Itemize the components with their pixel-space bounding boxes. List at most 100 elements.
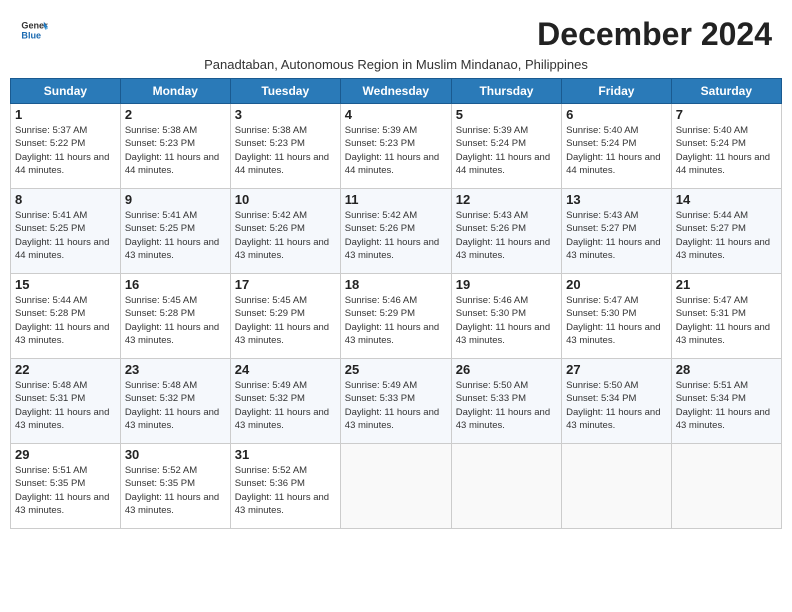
day-number: 12 (456, 192, 557, 207)
day-info: Sunrise: 5:39 AMSunset: 5:23 PMDaylight:… (345, 124, 447, 177)
day-number: 27 (566, 362, 667, 377)
calendar-cell: 30Sunrise: 5:52 AMSunset: 5:35 PMDayligh… (120, 444, 230, 529)
day-info: Sunrise: 5:43 AMSunset: 5:27 PMDaylight:… (566, 209, 667, 262)
calendar-cell: 12 Sunrise: 5:43 AMSunset: 5:26 PMDayligh… (451, 189, 561, 274)
day-number: 13 (566, 192, 667, 207)
day-info: Sunrise: 5:44 AMSunset: 5:28 PMDaylight:… (15, 294, 116, 347)
calendar-cell: 26Sunrise: 5:50 AMSunset: 5:33 PMDayligh… (451, 359, 561, 444)
day-number: 21 (676, 277, 777, 292)
calendar-cell: 22 Sunrise: 5:48 AMSunset: 5:31 PMDayligh… (11, 359, 121, 444)
day-number: 2 (125, 107, 226, 122)
day-number: 9 (125, 192, 226, 207)
calendar-cell: 21 Sunrise: 5:47 AMSunset: 5:31 PMDayligh… (671, 274, 781, 359)
calendar-cell: 20Sunrise: 5:47 AMSunset: 5:30 PMDayligh… (562, 274, 672, 359)
calendar-cell: 4 Sunrise: 5:39 AMSunset: 5:23 PMDaylight… (340, 104, 451, 189)
day-number: 3 (235, 107, 336, 122)
calendar-cell: 8 Sunrise: 5:41 AMSunset: 5:25 PMDaylight… (11, 189, 121, 274)
day-number: 14 (676, 192, 777, 207)
calendar-cell (340, 444, 451, 529)
day-number: 8 (15, 192, 116, 207)
day-number: 19 (456, 277, 557, 292)
day-number: 6 (566, 107, 667, 122)
calendar-cell: 7 Sunrise: 5:40 AMSunset: 5:24 PMDaylight… (671, 104, 781, 189)
day-info: Sunrise: 5:49 AMSunset: 5:32 PMDaylight:… (235, 379, 336, 432)
day-info: Sunrise: 5:37 AMSunset: 5:22 PMDaylight:… (15, 124, 116, 177)
day-number: 5 (456, 107, 557, 122)
calendar-cell: 10Sunrise: 5:42 AMSunset: 5:26 PMDayligh… (230, 189, 340, 274)
day-info: Sunrise: 5:51 AMSunset: 5:35 PMDaylight:… (15, 464, 116, 517)
day-number: 7 (676, 107, 777, 122)
day-info: Sunrise: 5:45 AMSunset: 5:29 PMDaylight:… (235, 294, 336, 347)
day-info: Sunrise: 5:40 AMSunset: 5:24 PMDaylight:… (676, 124, 777, 177)
weekday-header-sunday: Sunday (11, 79, 121, 104)
day-number: 28 (676, 362, 777, 377)
calendar-table: SundayMondayTuesdayWednesdayThursdayFrid… (10, 78, 782, 529)
calendar-cell: 5 Sunrise: 5:39 AMSunset: 5:24 PMDaylight… (451, 104, 561, 189)
calendar-cell: 13 Sunrise: 5:43 AMSunset: 5:27 PMDayligh… (562, 189, 672, 274)
calendar-cell: 18 Sunrise: 5:46 AMSunset: 5:29 PMDayligh… (340, 274, 451, 359)
weekday-header-saturday: Saturday (671, 79, 781, 104)
calendar-cell: 1 Sunrise: 5:37 AMSunset: 5:22 PMDaylight… (11, 104, 121, 189)
calendar-cell: 24Sunrise: 5:49 AMSunset: 5:32 PMDayligh… (230, 359, 340, 444)
day-info: Sunrise: 5:51 AMSunset: 5:34 PMDaylight:… (676, 379, 777, 432)
calendar-cell: 27 Sunrise: 5:50 AMSunset: 5:34 PMDayligh… (562, 359, 672, 444)
calendar-week-2: 8 Sunrise: 5:41 AMSunset: 5:25 PMDaylight… (11, 189, 782, 274)
weekday-header-thursday: Thursday (451, 79, 561, 104)
day-number: 17 (235, 277, 336, 292)
weekday-header-tuesday: Tuesday (230, 79, 340, 104)
day-info: Sunrise: 5:43 AMSunset: 5:26 PMDaylight:… (456, 209, 557, 262)
day-number: 30 (125, 447, 226, 462)
calendar-cell: 14 Sunrise: 5:44 AMSunset: 5:27 PMDayligh… (671, 189, 781, 274)
day-info: Sunrise: 5:45 AMSunset: 5:28 PMDaylight:… (125, 294, 226, 347)
day-number: 26 (456, 362, 557, 377)
calendar-cell: 29Sunrise: 5:51 AMSunset: 5:35 PMDayligh… (11, 444, 121, 529)
calendar-week-3: 15Sunrise: 5:44 AMSunset: 5:28 PMDayligh… (11, 274, 782, 359)
day-number: 22 (15, 362, 116, 377)
day-info: Sunrise: 5:47 AMSunset: 5:31 PMDaylight:… (676, 294, 777, 347)
weekday-header-monday: Monday (120, 79, 230, 104)
day-info: Sunrise: 5:38 AMSunset: 5:23 PMDaylight:… (125, 124, 226, 177)
day-number: 4 (345, 107, 447, 122)
calendar-cell: 19 Sunrise: 5:46 AMSunset: 5:30 PMDayligh… (451, 274, 561, 359)
day-info: Sunrise: 5:50 AMSunset: 5:34 PMDaylight:… (566, 379, 667, 432)
calendar-cell: 16 Sunrise: 5:45 AMSunset: 5:28 PMDayligh… (120, 274, 230, 359)
day-info: Sunrise: 5:38 AMSunset: 5:23 PMDaylight:… (235, 124, 336, 177)
calendar-cell (562, 444, 672, 529)
calendar-cell: 28 Sunrise: 5:51 AMSunset: 5:34 PMDayligh… (671, 359, 781, 444)
calendar-cell: 2 Sunrise: 5:38 AMSunset: 5:23 PMDaylight… (120, 104, 230, 189)
day-number: 11 (345, 192, 447, 207)
calendar-cell (671, 444, 781, 529)
calendar-week-5: 29Sunrise: 5:51 AMSunset: 5:35 PMDayligh… (11, 444, 782, 529)
logo: General Blue (20, 16, 48, 44)
day-info: Sunrise: 5:49 AMSunset: 5:33 PMDaylight:… (345, 379, 447, 432)
day-info: Sunrise: 5:46 AMSunset: 5:29 PMDaylight:… (345, 294, 447, 347)
calendar-cell: 31Sunrise: 5:52 AMSunset: 5:36 PMDayligh… (230, 444, 340, 529)
calendar-cell: 23Sunrise: 5:48 AMSunset: 5:32 PMDayligh… (120, 359, 230, 444)
day-number: 18 (345, 277, 447, 292)
day-info: Sunrise: 5:48 AMSunset: 5:31 PMDaylight:… (15, 379, 116, 432)
day-info: Sunrise: 5:52 AMSunset: 5:36 PMDaylight:… (235, 464, 336, 517)
day-info: Sunrise: 5:46 AMSunset: 5:30 PMDaylight:… (456, 294, 557, 347)
day-number: 23 (125, 362, 226, 377)
svg-text:Blue: Blue (21, 30, 41, 40)
day-info: Sunrise: 5:41 AMSunset: 5:25 PMDaylight:… (125, 209, 226, 262)
calendar-cell: 6 Sunrise: 5:40 AMSunset: 5:24 PMDaylight… (562, 104, 672, 189)
month-title: December 2024 (537, 16, 772, 53)
calendar-cell: 11 Sunrise: 5:42 AMSunset: 5:26 PMDayligh… (340, 189, 451, 274)
page-header: General Blue December 2024 (10, 10, 782, 53)
calendar-cell (451, 444, 561, 529)
calendar-cell: 17 Sunrise: 5:45 AMSunset: 5:29 PMDayligh… (230, 274, 340, 359)
day-info: Sunrise: 5:47 AMSunset: 5:30 PMDaylight:… (566, 294, 667, 347)
day-info: Sunrise: 5:39 AMSunset: 5:24 PMDaylight:… (456, 124, 557, 177)
page-subtitle: Panadtaban, Autonomous Region in Muslim … (10, 57, 782, 72)
day-info: Sunrise: 5:42 AMSunset: 5:26 PMDaylight:… (345, 209, 447, 262)
day-number: 16 (125, 277, 226, 292)
day-info: Sunrise: 5:44 AMSunset: 5:27 PMDaylight:… (676, 209, 777, 262)
calendar-cell: 15Sunrise: 5:44 AMSunset: 5:28 PMDayligh… (11, 274, 121, 359)
day-info: Sunrise: 5:40 AMSunset: 5:24 PMDaylight:… (566, 124, 667, 177)
day-info: Sunrise: 5:41 AMSunset: 5:25 PMDaylight:… (15, 209, 116, 262)
calendar-week-1: 1 Sunrise: 5:37 AMSunset: 5:22 PMDaylight… (11, 104, 782, 189)
day-number: 1 (15, 107, 116, 122)
weekday-header-wednesday: Wednesday (340, 79, 451, 104)
calendar-cell: 9 Sunrise: 5:41 AMSunset: 5:25 PMDaylight… (120, 189, 230, 274)
